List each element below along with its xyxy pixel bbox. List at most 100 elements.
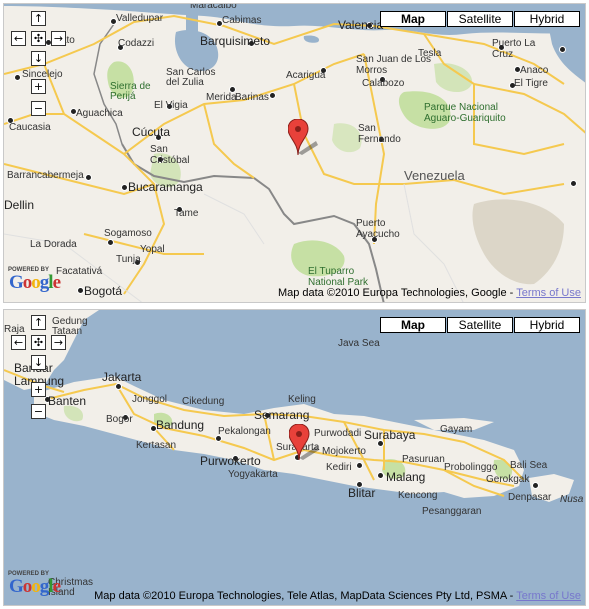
terms-of-use-link[interactable]: Terms of Use [516,590,581,602]
map-label: Pasuruan [402,454,445,465]
map-label: Codazzi [118,38,155,49]
marker-pin-icon[interactable] [289,424,319,464]
map-label: Barinas [235,92,269,103]
attribution-text: Map data ©2010 Europa Technologies, Goog… [277,287,517,299]
map-type-map-button[interactable]: Map [380,317,446,333]
map-label: Semarang [254,408,310,422]
map-label: Kencong [398,490,438,501]
pan-right-button[interactable]: → [51,31,66,46]
map-label: Tame [174,208,199,219]
city-dot [107,239,114,246]
marker-pin-icon[interactable] [288,119,318,159]
map-type-hybrid-button[interactable]: Hybrid [514,317,580,333]
map-label: Java Sea [338,338,380,349]
map-label: Kertasan [136,440,177,451]
map-label: Gerokgak [486,474,530,485]
map-label: Puerto Ayacucho [356,218,400,240]
map-type-satellite-button[interactable]: Satellite [447,317,513,333]
map-label: Acarigua [286,70,326,81]
map-label: Dellin [4,198,35,212]
pan-right-button[interactable]: → [51,335,66,350]
map-label: Surabaya [364,428,416,442]
map-label: Maracaibo [190,3,237,11]
city-dot [121,184,128,191]
google-logo[interactable]: Google [9,272,61,294]
map-label: Banten [48,394,87,408]
map-label: San Carlos del Zulia [166,67,216,88]
attribution-text: Map data ©2010 Europa Technologies, Tele… [94,590,517,602]
map-type-satellite-button[interactable]: Satellite [447,11,513,27]
city-dot [559,46,566,53]
map-type-map-button[interactable]: Map [380,11,446,27]
city-dot [77,287,84,294]
map-type-hybrid-button[interactable]: Hybrid [514,11,580,27]
map-label: Tunja [116,254,141,265]
map-label: El Tuparro National Park [308,266,369,288]
zoom-in-button[interactable]: + [31,382,46,397]
map-label: Malang [386,470,426,484]
zoom-out-button[interactable]: − [31,101,46,116]
pan-down-button[interactable]: ↓ [31,355,46,370]
map-label: Cikedung [182,396,225,407]
map-label: Yogyakarta [228,469,278,480]
map-label: Barquisimeto [200,34,271,48]
map-label: Purwokerto [200,454,261,468]
map-label: Bogor [106,414,133,425]
pan-left-button[interactable]: ← [11,31,26,46]
zoom-out-button[interactable]: − [31,404,46,419]
map-label: Jonggol [132,394,168,405]
map-label: Bandung [156,418,205,432]
map-label: Gedung Tataan [52,316,88,337]
map-label: San Cristóbal [150,144,190,166]
map-label: La Dorada [30,239,77,250]
map-label: Mojokerto [322,446,366,457]
map-label: El Vigia [154,100,188,111]
map-label: Venezuela [404,168,465,183]
city-dot [115,383,122,390]
map-label: Gayam [440,424,473,435]
map-venezuela[interactable]: Maracaibo Valledupar Plato Sincelejo Cau… [3,3,586,303]
map-label: Cúcuta [132,125,171,139]
map-label: Raja [4,324,25,335]
map-label: Merida [206,92,237,103]
map-label: Parque Nacional Aguaro-Guariquito [424,102,506,124]
map-label: Pekalongan [218,426,271,437]
map-label: Keling [288,394,316,405]
map-label: Aguachica [76,108,123,119]
city-dot [377,472,384,479]
map-attribution: Map data ©2010 Europa Technologies, Goog… [278,287,581,299]
terms-of-use-link[interactable]: Terms of Use [516,287,581,299]
map-label: Nusa [560,494,584,505]
pan-down-button[interactable]: ↓ [31,51,46,66]
map-label: Bogotá [84,284,123,298]
pan-center-button[interactable]: ✣ [31,31,46,46]
city-dot [532,482,539,489]
map-label: Purwodadi [314,428,362,439]
map-label: Kediri [326,462,352,473]
map-label: Calabozo [362,78,405,89]
map-label: Valledupar [116,13,164,24]
city-dot [570,180,577,187]
city-dot [85,174,92,181]
map-type-control: Map Satellite Hybrid [379,317,580,333]
pan-center-button[interactable]: ✣ [31,335,46,350]
map-attribution: Map data ©2010 Europa Technologies, Tele… [94,590,581,602]
pan-left-button[interactable]: ← [11,335,26,350]
map-java[interactable]: Gedung Tataan Raja Bandar Lampung Java S… [3,309,586,606]
city-dot [269,92,276,99]
map-label: Facatativá [56,266,103,277]
google-logo[interactable]: Google [9,576,61,598]
pan-up-button[interactable]: ↑ [31,315,46,330]
map-label: Anaco [520,65,549,76]
zoom-in-button[interactable]: + [31,79,46,94]
pan-up-button[interactable]: ↑ [31,11,46,26]
map-label: Jakarta [102,370,142,384]
city-dot [14,74,21,81]
map-label: San Fernando [358,123,401,145]
map-label: Puerto La Cruz [492,38,536,60]
map-label: Yopal [140,244,165,255]
map-label: Valencia [338,18,384,32]
city-dot [356,462,363,469]
map-label: Tesla [418,48,442,59]
map-label: Pesanggaran [422,506,482,517]
